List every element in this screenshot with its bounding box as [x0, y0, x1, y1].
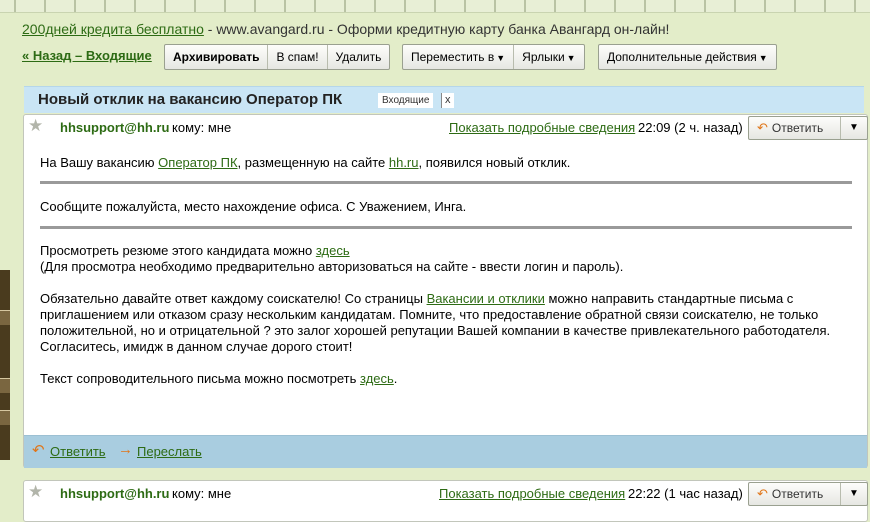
- recipient-text: кому: мне: [172, 486, 232, 501]
- reply-arrow-icon: ↶: [32, 442, 45, 459]
- chevron-down-icon: ▼: [758, 53, 768, 63]
- body-paragraph-2: Сообщите пожалуйста, место нахождение оф…: [40, 199, 467, 214]
- message-header: ★ hhsupport@hh.ru кому: мне Показать под…: [24, 481, 868, 506]
- reply-dropdown-button[interactable]: ▼: [841, 117, 867, 139]
- message-time: 22:09 (2 ч. назад): [638, 120, 743, 135]
- labels-label: Ярлыки: [522, 50, 565, 64]
- remove-label-button[interactable]: x: [441, 93, 454, 108]
- notebook-spiral: [0, 0, 870, 13]
- back-to-inbox-link[interactable]: « Назад – Входящие: [22, 48, 152, 63]
- star-icon[interactable]: ★: [28, 482, 43, 502]
- message-toolbar: « Назад – Входящие Архивировать В спам! …: [22, 44, 862, 70]
- body-text: , появился новый отклик.: [418, 155, 571, 170]
- message-card-2: ★ hhsupport@hh.ru кому: мне Показать под…: [23, 480, 868, 522]
- reply-button[interactable]: ↶ Ответить: [749, 483, 841, 505]
- resume-link[interactable]: здесь: [316, 243, 350, 258]
- body-text: На Вашу вакансию: [40, 155, 159, 170]
- body-paragraph-4: Обязательно давайте ответ каждому соиска…: [40, 291, 852, 355]
- archive-button[interactable]: Архивировать: [165, 45, 269, 69]
- body-text: Обязательно давайте ответ каждому соиска…: [40, 291, 427, 306]
- hh-link[interactable]: hh.ru: [389, 155, 419, 170]
- reply-button[interactable]: ↶ Ответить: [749, 117, 841, 139]
- reply-label: Ответить: [771, 487, 824, 501]
- reply-arrow-icon: ↶: [757, 486, 768, 501]
- reply-arrow-icon: ↶: [757, 120, 768, 135]
- chevron-down-icon: ▼: [566, 53, 576, 63]
- subject-title: Новый отклик на вакансию Оператор ПК: [38, 91, 343, 108]
- labels-button[interactable]: Ярлыки ▼: [514, 45, 583, 69]
- chevron-down-icon: ▼: [496, 53, 506, 63]
- recipient-text: кому: мне: [172, 120, 232, 135]
- forward-arrow-icon: →: [118, 441, 133, 458]
- message-footer: ↶ Ответить → Переслать: [24, 435, 867, 468]
- sender-name[interactable]: hhsupport@hh.ru: [60, 486, 169, 501]
- body-text: Просмотреть резюме этого кандидата можно: [40, 243, 316, 258]
- body-paragraph-3: Просмотреть резюме этого кандидата можно…: [40, 243, 623, 275]
- chevron-down-icon: ▼: [849, 122, 859, 133]
- vacancy-link[interactable]: Оператор ПК: [158, 155, 237, 170]
- more-actions-label: Дополнительные действия: [607, 50, 757, 64]
- spam-button[interactable]: В спам!: [268, 45, 328, 69]
- body-text: , размещенную на сайте: [237, 155, 389, 170]
- ad-banner: 200дней кредита бесплатно - www.avangard…: [22, 18, 862, 40]
- more-actions-group: Дополнительные действия ▼: [598, 44, 777, 70]
- body-text: .: [393, 371, 398, 386]
- body-text: (Для просмотра необходимо предварительно…: [40, 259, 624, 274]
- action-button-group: Архивировать В спам! Удалить: [164, 44, 391, 70]
- star-icon[interactable]: ★: [28, 116, 43, 136]
- sender-name[interactable]: hhsupport@hh.ru: [60, 120, 169, 135]
- body-paragraph-1: На Вашу вакансию Оператор ПК, размещенну…: [40, 155, 570, 171]
- reply-split-button: ↶ Ответить ▼: [748, 482, 868, 506]
- more-actions-button[interactable]: Дополнительные действия ▼: [599, 45, 776, 69]
- divider: [40, 226, 852, 229]
- move-to-label: Переместить в: [411, 50, 495, 64]
- message-header: ★ hhsupport@hh.ru кому: мне Показать под…: [24, 115, 868, 140]
- move-to-button[interactable]: Переместить в ▼: [403, 45, 515, 69]
- reply-split-button: ↶ Ответить ▼: [748, 116, 868, 140]
- ad-link[interactable]: 200дней кредита бесплатно: [22, 21, 204, 37]
- message-card: ★ hhsupport@hh.ru кому: мне Показать под…: [23, 114, 868, 468]
- show-details-link[interactable]: Показать подробные сведения: [449, 120, 635, 135]
- vacancies-responses-link[interactable]: Вакансии и отклики: [427, 291, 545, 306]
- footer-forward-link[interactable]: Переслать: [137, 444, 202, 459]
- message-time: 22:22 (1 час назад): [628, 486, 743, 501]
- organize-button-group: Переместить в ▼ Ярлыки ▼: [402, 44, 585, 70]
- delete-button[interactable]: Удалить: [328, 45, 390, 69]
- chevron-down-icon: ▼: [849, 488, 859, 499]
- subject-bar: Новый отклик на вакансию Оператор ПК Вхо…: [24, 86, 864, 113]
- reply-label: Ответить: [771, 121, 824, 135]
- cover-letter-link[interactable]: здесь: [360, 371, 394, 386]
- divider: [40, 181, 852, 184]
- show-details-link[interactable]: Показать подробные сведения: [439, 486, 625, 501]
- body-paragraph-5: Текст сопроводительного письма можно пос…: [40, 371, 397, 387]
- body-text: Текст сопроводительного письма можно пос…: [40, 371, 361, 386]
- ad-text: - www.avangard.ru - Оформи кредитную кар…: [203, 21, 670, 37]
- reply-dropdown-button[interactable]: ▼: [841, 483, 867, 505]
- footer-reply-link[interactable]: Ответить: [50, 444, 106, 459]
- inbox-label-chip[interactable]: Входящие: [378, 93, 434, 108]
- side-panel-edge: [0, 270, 10, 460]
